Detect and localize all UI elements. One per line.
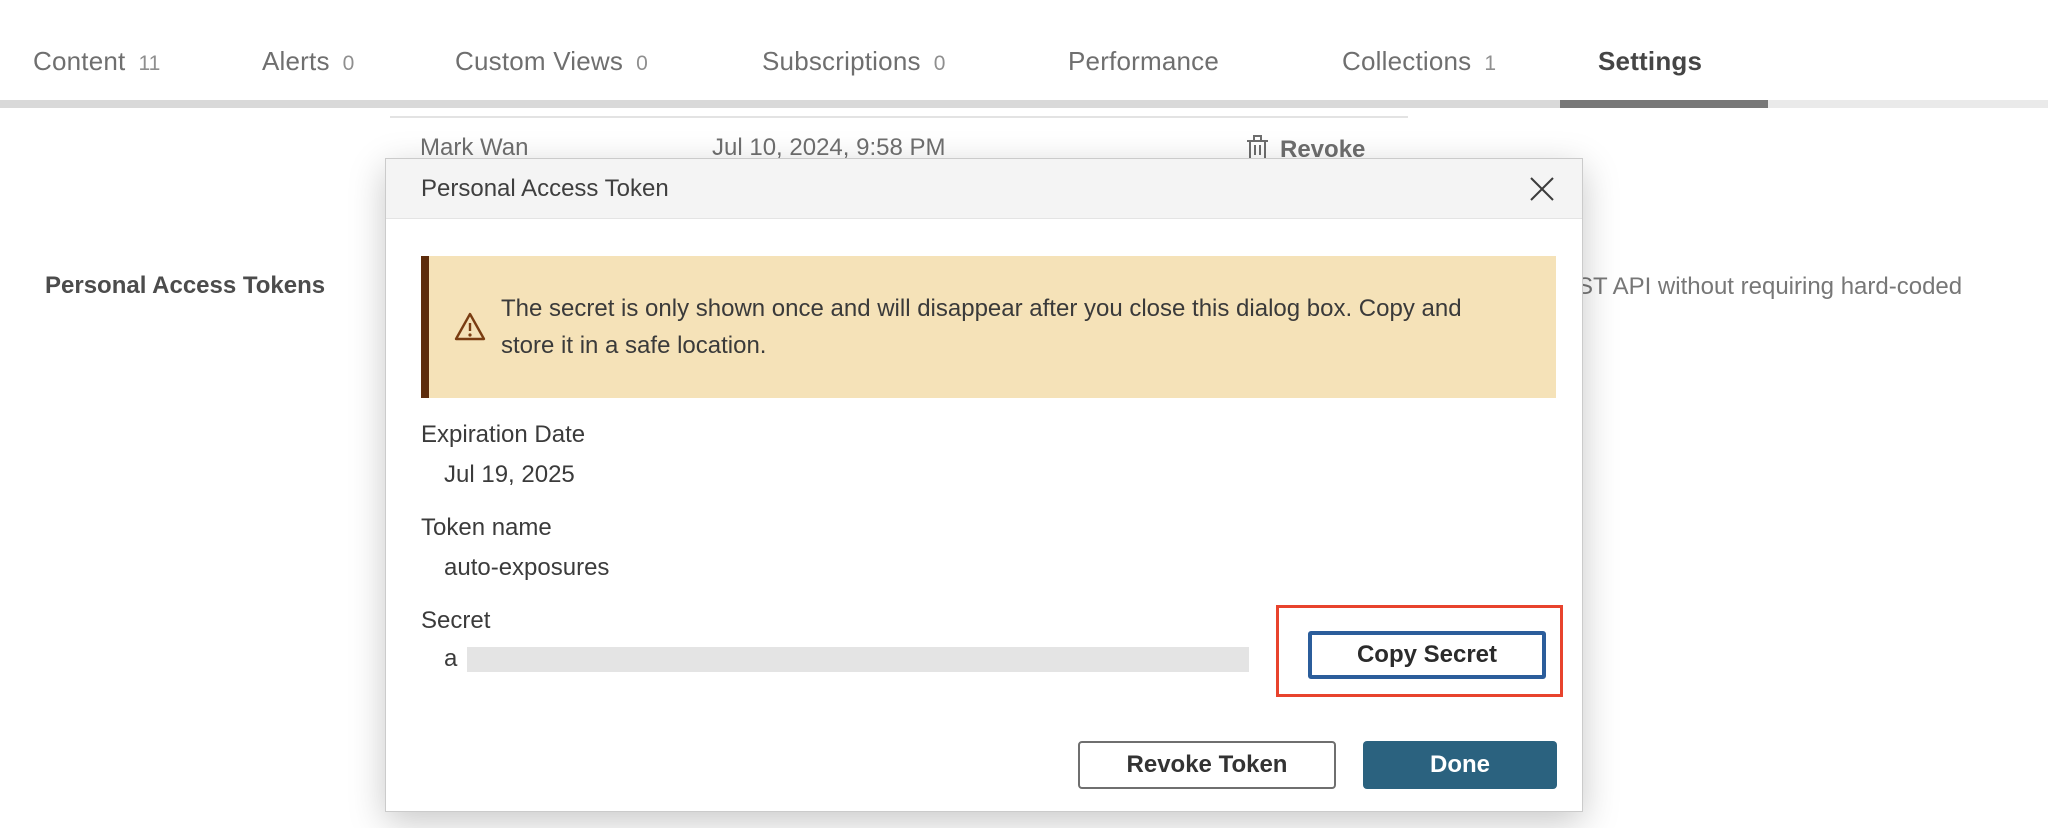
expiration-date-label: Expiration Date	[421, 421, 585, 449]
secret-label: Secret	[421, 607, 490, 635]
done-button[interactable]: Done	[1363, 741, 1557, 789]
personal-access-token-dialog: Personal Access Token The secret is only…	[385, 158, 1583, 812]
copy-secret-button[interactable]: Copy Secret	[1308, 631, 1546, 679]
section-description-fragment: ST API without requiring hard-coded	[1577, 273, 1962, 301]
expiration-date-value: Jul 19, 2025	[444, 461, 575, 489]
warning-banner: The secret is only shown once and will d…	[421, 256, 1556, 398]
warning-icon	[453, 311, 487, 343]
secret-visible-char: a	[444, 645, 457, 673]
close-button[interactable]	[1524, 171, 1560, 207]
dialog-header: Personal Access Token	[386, 159, 1582, 219]
token-name-value: auto-exposures	[444, 554, 609, 582]
table-row-divider	[390, 116, 1408, 118]
section-label-personal-access-tokens: Personal Access Tokens	[45, 272, 325, 300]
warning-text: The secret is only shown once and will d…	[501, 290, 1491, 364]
revoke-token-button[interactable]: Revoke Token	[1078, 741, 1336, 789]
secret-redaction-bar	[467, 647, 1249, 672]
secret-value-row: a	[444, 645, 1249, 673]
dialog-title: Personal Access Token	[421, 159, 669, 219]
close-icon	[1528, 175, 1556, 203]
token-name-label: Token name	[421, 514, 552, 542]
page: Content 11 Alerts 0 Custom Views 0 Subsc…	[0, 0, 2048, 828]
